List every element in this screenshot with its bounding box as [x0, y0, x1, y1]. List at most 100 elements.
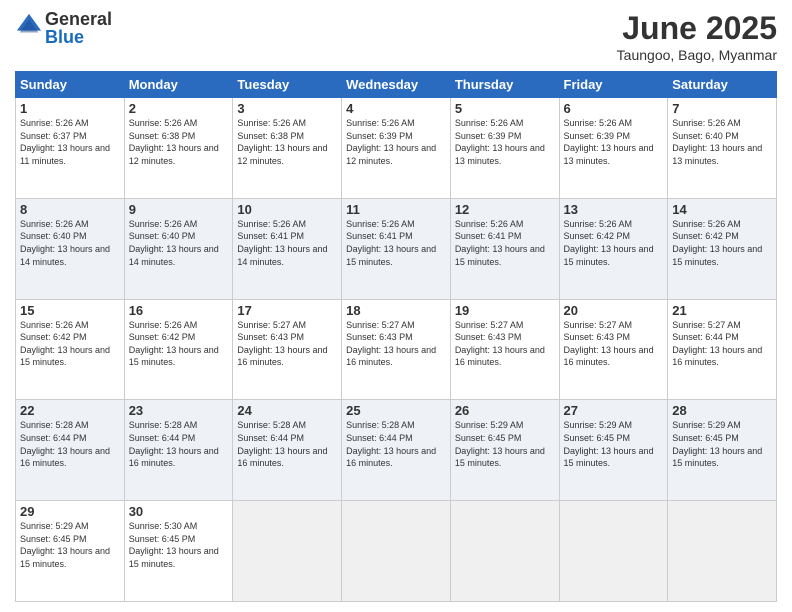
day-info: Sunrise: 5:26 AMSunset: 6:42 PMDaylight:… — [129, 320, 219, 368]
day-info: Sunrise: 5:26 AMSunset: 6:41 PMDaylight:… — [237, 219, 327, 267]
day-info: Sunrise: 5:26 AMSunset: 6:40 PMDaylight:… — [20, 219, 110, 267]
day-number: 21 — [672, 303, 772, 318]
table-row: 28Sunrise: 5:29 AMSunset: 6:45 PMDayligh… — [668, 400, 777, 501]
col-friday: Friday — [559, 72, 668, 98]
table-row: 23 Sunrise: 5:28 AMSunset: 6:44 PMDayligh… — [124, 400, 233, 501]
location: Taungoo, Bago, Myanmar — [617, 47, 777, 63]
table-row: 29 Sunrise: 5:29 AMSunset: 6:45 PMDayligh… — [16, 501, 125, 602]
day-number: 5 — [455, 101, 555, 116]
day-info: Sunrise: 5:28 AMSunset: 6:44 PMDaylight:… — [237, 420, 327, 468]
day-number: 14 — [672, 202, 772, 217]
day-number: 2 — [129, 101, 229, 116]
day-info: Sunrise: 5:26 AMSunset: 6:38 PMDaylight:… — [129, 118, 219, 166]
day-number: 3 — [237, 101, 337, 116]
day-number: 12 — [455, 202, 555, 217]
day-number: 26 — [455, 403, 555, 418]
day-number: 19 — [455, 303, 555, 318]
day-number: 4 — [346, 101, 446, 116]
table-row: 15Sunrise: 5:26 AMSunset: 6:42 PMDayligh… — [16, 299, 125, 400]
day-number: 11 — [346, 202, 446, 217]
day-number: 16 — [129, 303, 229, 318]
table-row: 30 Sunrise: 5:30 AMSunset: 6:45 PMDayligh… — [124, 501, 233, 602]
day-number: 30 — [129, 504, 229, 519]
day-info: Sunrise: 5:26 AMSunset: 6:42 PMDaylight:… — [672, 219, 762, 267]
month-title: June 2025 — [617, 10, 777, 47]
day-info: Sunrise: 5:29 AMSunset: 6:45 PMDaylight:… — [455, 420, 545, 468]
day-info: Sunrise: 5:26 AMSunset: 6:39 PMDaylight:… — [346, 118, 436, 166]
day-info: Sunrise: 5:28 AMSunset: 6:44 PMDaylight:… — [20, 420, 110, 468]
table-row: 26 Sunrise: 5:29 AMSunset: 6:45 PMDayligh… — [450, 400, 559, 501]
col-sunday: Sunday — [16, 72, 125, 98]
day-info: Sunrise: 5:26 AMSunset: 6:40 PMDaylight:… — [129, 219, 219, 267]
day-info: Sunrise: 5:29 AMSunset: 6:45 PMDaylight:… — [20, 521, 110, 569]
logo: General Blue — [15, 10, 112, 46]
day-info: Sunrise: 5:27 AMSunset: 6:43 PMDaylight:… — [346, 320, 436, 368]
table-row: 24Sunrise: 5:28 AMSunset: 6:44 PMDayligh… — [233, 400, 342, 501]
col-saturday: Saturday — [668, 72, 777, 98]
table-row — [559, 501, 668, 602]
day-number: 6 — [564, 101, 664, 116]
day-info: Sunrise: 5:26 AMSunset: 6:42 PMDaylight:… — [564, 219, 654, 267]
day-info: Sunrise: 5:26 AMSunset: 6:37 PMDaylight:… — [20, 118, 110, 166]
day-info: Sunrise: 5:29 AMSunset: 6:45 PMDaylight:… — [564, 420, 654, 468]
table-row: 8 Sunrise: 5:26 AMSunset: 6:40 PMDaylight… — [16, 198, 125, 299]
day-number: 29 — [20, 504, 120, 519]
table-row: 19 Sunrise: 5:27 AMSunset: 6:43 PMDayligh… — [450, 299, 559, 400]
table-row: 11 Sunrise: 5:26 AMSunset: 6:41 PMDayligh… — [342, 198, 451, 299]
title-block: June 2025 Taungoo, Bago, Myanmar — [617, 10, 777, 63]
day-info: Sunrise: 5:26 AMSunset: 6:41 PMDaylight:… — [346, 219, 436, 267]
day-info: Sunrise: 5:28 AMSunset: 6:44 PMDaylight:… — [129, 420, 219, 468]
table-row: 20 Sunrise: 5:27 AMSunset: 6:43 PMDayligh… — [559, 299, 668, 400]
col-monday: Monday — [124, 72, 233, 98]
day-info: Sunrise: 5:27 AMSunset: 6:43 PMDaylight:… — [564, 320, 654, 368]
calendar-row-5: 29 Sunrise: 5:29 AMSunset: 6:45 PMDayligh… — [16, 501, 777, 602]
col-thursday: Thursday — [450, 72, 559, 98]
table-row: 4 Sunrise: 5:26 AMSunset: 6:39 PMDaylight… — [342, 98, 451, 199]
day-number: 10 — [237, 202, 337, 217]
day-info: Sunrise: 5:27 AMSunset: 6:44 PMDaylight:… — [672, 320, 762, 368]
table-row — [668, 501, 777, 602]
day-number: 1 — [20, 101, 120, 116]
day-info: Sunrise: 5:26 AMSunset: 6:42 PMDaylight:… — [20, 320, 110, 368]
table-row: 9 Sunrise: 5:26 AMSunset: 6:40 PMDaylight… — [124, 198, 233, 299]
day-number: 22 — [20, 403, 120, 418]
calendar-row-3: 15Sunrise: 5:26 AMSunset: 6:42 PMDayligh… — [16, 299, 777, 400]
day-number: 23 — [129, 403, 229, 418]
day-number: 8 — [20, 202, 120, 217]
day-info: Sunrise: 5:26 AMSunset: 6:41 PMDaylight:… — [455, 219, 545, 267]
table-row: 5Sunrise: 5:26 AMSunset: 6:39 PMDaylight… — [450, 98, 559, 199]
table-row: 25Sunrise: 5:28 AMSunset: 6:44 PMDayligh… — [342, 400, 451, 501]
day-info: Sunrise: 5:30 AMSunset: 6:45 PMDaylight:… — [129, 521, 219, 569]
table-row: 17 Sunrise: 5:27 AMSunset: 6:43 PMDayligh… — [233, 299, 342, 400]
page: General Blue June 2025 Taungoo, Bago, My… — [0, 0, 792, 612]
day-number: 20 — [564, 303, 664, 318]
table-row: 6 Sunrise: 5:26 AMSunset: 6:39 PMDaylight… — [559, 98, 668, 199]
day-number: 25 — [346, 403, 446, 418]
header: General Blue June 2025 Taungoo, Bago, My… — [15, 10, 777, 63]
calendar-row-1: 1 Sunrise: 5:26 AMSunset: 6:37 PMDaylight… — [16, 98, 777, 199]
calendar-table: Sunday Monday Tuesday Wednesday Thursday… — [15, 71, 777, 602]
day-number: 9 — [129, 202, 229, 217]
table-row: 7Sunrise: 5:26 AMSunset: 6:40 PMDaylight… — [668, 98, 777, 199]
day-info: Sunrise: 5:26 AMSunset: 6:39 PMDaylight:… — [564, 118, 654, 166]
table-row — [450, 501, 559, 602]
day-info: Sunrise: 5:27 AMSunset: 6:43 PMDaylight:… — [455, 320, 545, 368]
table-row: 18Sunrise: 5:27 AMSunset: 6:43 PMDayligh… — [342, 299, 451, 400]
logo-text: General Blue — [45, 10, 112, 46]
day-info: Sunrise: 5:27 AMSunset: 6:43 PMDaylight:… — [237, 320, 327, 368]
day-number: 17 — [237, 303, 337, 318]
table-row: 12 Sunrise: 5:26 AMSunset: 6:41 PMDayligh… — [450, 198, 559, 299]
table-row: 2 Sunrise: 5:26 AMSunset: 6:38 PMDaylight… — [124, 98, 233, 199]
day-number: 13 — [564, 202, 664, 217]
table-row: 13 Sunrise: 5:26 AMSunset: 6:42 PMDayligh… — [559, 198, 668, 299]
table-row: 22 Sunrise: 5:28 AMSunset: 6:44 PMDayligh… — [16, 400, 125, 501]
day-info: Sunrise: 5:26 AMSunset: 6:38 PMDaylight:… — [237, 118, 327, 166]
day-number: 27 — [564, 403, 664, 418]
logo-blue: Blue — [45, 28, 112, 46]
col-tuesday: Tuesday — [233, 72, 342, 98]
table-row — [342, 501, 451, 602]
day-info: Sunrise: 5:29 AMSunset: 6:45 PMDaylight:… — [672, 420, 762, 468]
table-row: 1 Sunrise: 5:26 AMSunset: 6:37 PMDaylight… — [16, 98, 125, 199]
table-row: 14 Sunrise: 5:26 AMSunset: 6:42 PMDayligh… — [668, 198, 777, 299]
table-row — [233, 501, 342, 602]
